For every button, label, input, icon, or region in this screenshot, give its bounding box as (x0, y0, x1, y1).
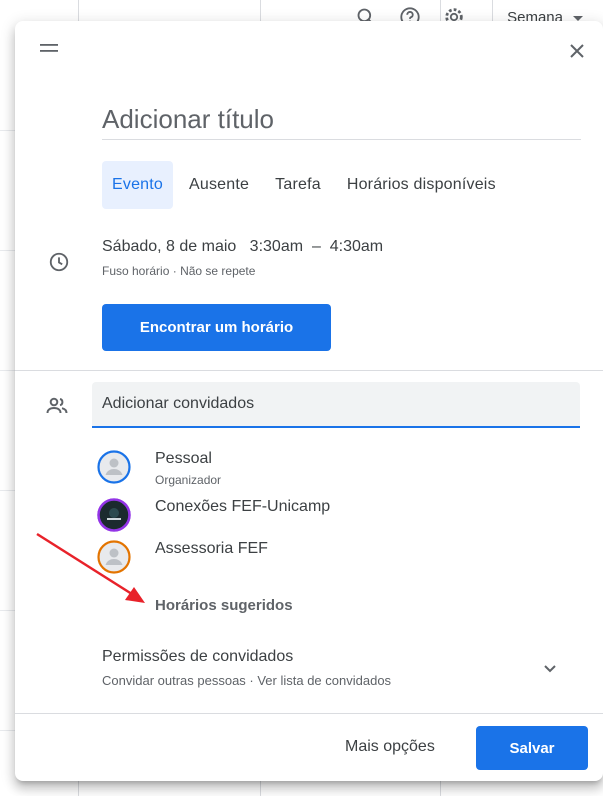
separator-dot: · (172, 264, 177, 278)
drag-handle-icon[interactable] (38, 41, 60, 55)
chevron-down-icon[interactable] (538, 656, 562, 680)
tab-evento[interactable]: Evento (102, 161, 174, 209)
avatar (97, 498, 131, 532)
guest-permissions-subtitle: Convidar outras pessoas · Ver lista de c… (102, 673, 392, 688)
event-type-tabs: Evento Ausente Tarefa Horários disponíve… (102, 161, 512, 209)
dialog-header[interactable] (15, 21, 603, 81)
avatar (97, 540, 131, 574)
time-separator: – (311, 238, 321, 255)
event-datetime[interactable]: Sábado, 8 de maio 3:30am – 4:30am (102, 238, 383, 256)
recurrence-select[interactable]: Não se repete (180, 264, 255, 278)
timezone-link[interactable]: Fuso horário (102, 264, 169, 278)
people-icon (45, 394, 69, 418)
tab-tarefa[interactable]: Tarefa (265, 161, 331, 209)
dialog-footer: Mais opções Salvar (15, 713, 603, 781)
guest-permissions-title[interactable]: Permissões de convidados (102, 648, 293, 666)
clock-icon (48, 251, 70, 273)
guest-role: Organizador (155, 473, 222, 487)
event-date[interactable]: Sábado, 8 de maio (102, 238, 236, 255)
add-guests-input[interactable] (92, 382, 580, 428)
tab-horarios-disponiveis[interactable]: Horários disponíveis (337, 161, 506, 209)
avatar (97, 450, 131, 484)
section-divider (15, 370, 603, 371)
footer-divider (15, 713, 603, 714)
guest-name: Assessoria FEF (155, 540, 268, 557)
datetime-options: Fuso horário · Não se repete (102, 264, 255, 278)
guest-name: Pessoal (155, 450, 212, 467)
tab-ausente[interactable]: Ausente (179, 161, 259, 209)
event-title-input[interactable] (102, 99, 581, 140)
more-options-button[interactable]: Mais opções (335, 726, 445, 768)
save-button[interactable]: Salvar (476, 726, 588, 770)
close-icon[interactable] (565, 39, 589, 63)
event-dialog: Evento Ausente Tarefa Horários disponíve… (15, 21, 603, 781)
guest-name: Conexões FEF-Unicamp (155, 498, 331, 515)
find-time-button[interactable]: Encontrar um horário (102, 304, 331, 351)
suggested-times-link[interactable]: Horários sugeridos (155, 597, 293, 614)
event-start-time[interactable]: 3:30am (250, 238, 303, 255)
event-end-time[interactable]: 4:30am (330, 238, 383, 255)
